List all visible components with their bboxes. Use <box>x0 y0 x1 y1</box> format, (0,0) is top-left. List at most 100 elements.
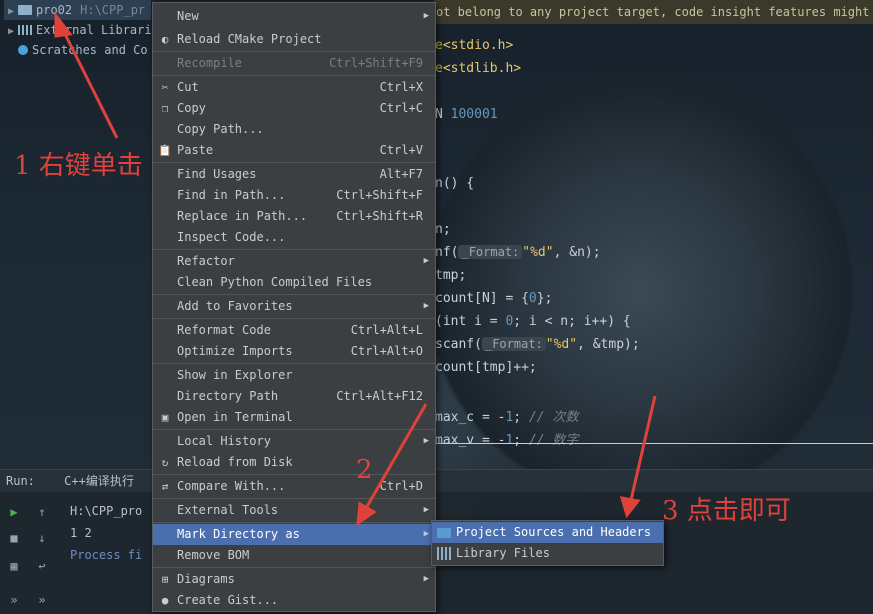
annotation-step3: 3 点击即可 <box>662 496 791 526</box>
menu-item-shortcut: Ctrl+Alt+L <box>350 323 423 337</box>
folder-icon <box>437 528 451 538</box>
menu-item-inspect-code[interactable]: Inspect Code... <box>153 227 435 248</box>
scratches-label: Scratches and Co <box>32 43 148 57</box>
code-line: count[tmp]++; <box>435 360 537 375</box>
menu-item-label: Create Gist... <box>177 593 279 607</box>
code-line: max_c = -1; // 次数 <box>435 410 579 425</box>
library-icon <box>437 547 451 560</box>
menu-item-reload-cmake-project[interactable]: ◐ Reload CMake Project <box>153 29 435 50</box>
menu-item-shortcut: Ctrl+V <box>379 143 423 157</box>
cmake-icon: ◐ <box>161 33 169 46</box>
output-line: 1 2 <box>70 526 92 540</box>
menu-item-label: Refactor <box>177 254 235 268</box>
menu-item-new[interactable]: New ▶ <box>153 6 435 27</box>
menu-separator <box>153 363 435 364</box>
menu-item-find-in-path[interactable]: Find in Path... Ctrl+Shift+F <box>153 185 435 206</box>
menu-item-label: Reload from Disk <box>177 455 293 469</box>
wrap-icon[interactable]: ↩ <box>34 558 50 574</box>
menu-separator <box>153 162 435 163</box>
menu-separator <box>153 75 435 76</box>
menu-item-refactor[interactable]: Refactor ▶ <box>153 251 435 272</box>
copy-icon: ❐ <box>161 102 169 115</box>
menu-separator <box>153 429 435 430</box>
menu-item-create-gist[interactable]: ● Create Gist... <box>153 590 435 611</box>
submenu-arrow-icon: ▶ <box>423 11 429 21</box>
menu-item-recompile[interactable]: Recompile Ctrl+Shift+F9 <box>153 53 435 74</box>
submenu-item-label: Library Files <box>456 546 550 560</box>
menu-item-open-in-terminal[interactable]: ▣ Open in Terminal <box>153 407 435 428</box>
down-icon[interactable]: ↓ <box>34 530 50 546</box>
code-line: count[N] = {0}; <box>435 291 553 306</box>
menu-item-label: Diagrams <box>177 572 235 586</box>
more-icon[interactable]: » <box>6 592 22 608</box>
menu-item-local-history[interactable]: Local History ▶ <box>153 431 435 452</box>
scratches-icon <box>18 45 28 55</box>
menu-item-reload-from-disk[interactable]: ↻ Reload from Disk <box>153 452 435 473</box>
param-hint: _Format: <box>458 245 523 259</box>
menu-item-label: Compare With... <box>177 479 286 493</box>
submenu-arrow-icon: ▶ <box>423 256 429 266</box>
menu-item-clean-python-compiled-files[interactable]: Clean Python Compiled Files <box>153 272 435 293</box>
menu-item-label: Open in Terminal <box>177 410 293 424</box>
menu-item-paste[interactable]: 📋 Paste Ctrl+V <box>153 140 435 161</box>
menu-item-label: Directory Path <box>177 389 279 403</box>
menu-item-copy[interactable]: ❐ Copy Ctrl+C <box>153 98 435 119</box>
menu-item-label: Optimize Imports <box>177 344 293 358</box>
code-line: nf(_Format: "%d", &n); <box>435 245 601 260</box>
annotation-step1: 1 右键单击 <box>14 151 143 181</box>
menu-item-label: Reformat Code <box>177 323 271 337</box>
up-icon[interactable]: ↑ <box>34 504 50 520</box>
submenu-item-library-files[interactable]: Library Files <box>432 543 663 564</box>
project-path: H:\CPP_pr <box>80 3 146 17</box>
code-line: N 100001 <box>435 107 498 122</box>
menu-item-cut[interactable]: ✂ Cut Ctrl+X <box>153 77 435 98</box>
more-icon[interactable]: » <box>34 592 50 608</box>
menu-item-label: Add to Favorites <box>177 299 293 313</box>
menu-separator <box>153 498 435 499</box>
menu-item-label: Clean Python Compiled Files <box>177 275 373 289</box>
annotation-step2: 2 <box>356 455 373 485</box>
menu-item-label: Mark Directory as <box>177 527 300 541</box>
context-menu: New ▶ ◐ Reload CMake Project Recompile Ctrl+S… <box>152 2 436 612</box>
code-line: max_v = -1; // 数字 <box>435 433 579 448</box>
menu-item-label: Inspect Code... <box>177 230 286 244</box>
stop-icon[interactable]: ■ <box>6 530 22 546</box>
menu-item-add-to-favorites[interactable]: Add to Favorites ▶ <box>153 296 435 317</box>
expand-arrow-icon[interactable]: ▶ <box>4 2 18 22</box>
menu-item-external-tools[interactable]: External Tools ▶ <box>153 500 435 521</box>
menu-item-copy-path[interactable]: Copy Path... <box>153 119 435 140</box>
menu-item-shortcut: Ctrl+Alt+O <box>350 344 423 358</box>
code-line: e<stdlib.h> <box>435 61 522 76</box>
run-tabbar: Run: C++编译执行 <box>0 470 873 492</box>
tree-item-scratches[interactable]: Scratches and Co <box>18 40 148 60</box>
menu-item-shortcut: Ctrl+Shift+F9 <box>329 56 423 70</box>
menu-item-label: Reload CMake Project <box>177 32 322 46</box>
menu-item-shortcut: Ctrl+Alt+F12 <box>336 389 423 403</box>
layout-icon[interactable]: ▦ <box>6 558 22 574</box>
scissors-icon: ✂ <box>161 81 169 94</box>
tree-item-pro02[interactable]: ▶ pro02 H:\CPP_pr <box>4 0 152 22</box>
menu-item-shortcut: Alt+F7 <box>379 167 423 181</box>
menu-item-shortcut: Ctrl+C <box>379 101 423 115</box>
menu-item-remove-bom[interactable]: Remove BOM <box>153 545 435 566</box>
menu-item-directory-path[interactable]: Directory Path Ctrl+Alt+F12 <box>153 386 435 407</box>
menu-separator <box>153 522 435 523</box>
menu-item-replace-in-path[interactable]: Replace in Path... Ctrl+Shift+R <box>153 206 435 227</box>
run-output: H:\CPP_pro 1 2 Process fi <box>70 500 142 566</box>
run-tab[interactable]: C++编译执行 <box>64 474 134 488</box>
menu-item-compare-with[interactable]: ⇄ Compare With... Ctrl+D <box>153 476 435 497</box>
menu-item-mark-directory-as[interactable]: Mark Directory as ▶ <box>153 524 435 545</box>
menu-item-diagrams[interactable]: ⊞ Diagrams ▶ <box>153 569 435 590</box>
menu-item-show-in-explorer[interactable]: Show in Explorer <box>153 365 435 386</box>
menu-item-find-usages[interactable]: Find Usages Alt+F7 <box>153 164 435 185</box>
submenu-item-project-sources-and-headers[interactable]: Project Sources and Headers <box>432 522 663 543</box>
menu-item-label: Find in Path... <box>177 188 286 202</box>
menu-separator <box>153 474 435 475</box>
tree-item-external-libraries[interactable]: ▶ External Librari <box>4 20 152 40</box>
menu-item-reformat-code[interactable]: Reformat Code Ctrl+Alt+L <box>153 320 435 341</box>
submenu-arrow-icon: ▶ <box>423 436 429 446</box>
menu-item-optimize-imports[interactable]: Optimize Imports Ctrl+Alt+O <box>153 341 435 362</box>
menu-separator <box>153 51 435 52</box>
rerun-icon[interactable]: ▶ <box>6 504 22 520</box>
expand-arrow-icon[interactable]: ▶ <box>4 22 18 42</box>
